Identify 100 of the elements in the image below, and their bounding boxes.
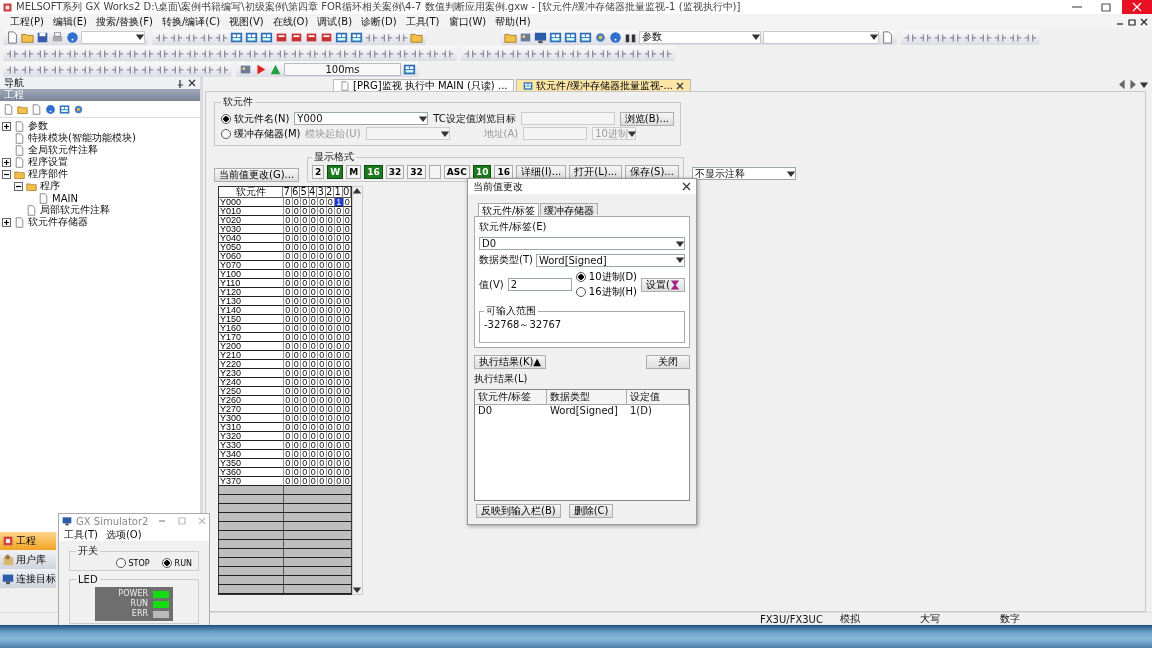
nav-tool-icon[interactable] <box>31 103 42 115</box>
menu-item[interactable]: 视图(V) <box>229 14 264 29</box>
minimize-icon[interactable] <box>158 517 166 525</box>
tree-item[interactable]: 参数 <box>28 119 48 133</box>
scroll-right-icon[interactable] <box>1129 79 1137 89</box>
gear-icon[interactable] <box>594 30 607 44</box>
device-field[interactable]: D0 <box>479 237 685 250</box>
printer-icon[interactable] <box>51 30 64 44</box>
pin-icon[interactable] <box>176 78 184 88</box>
new-document-icon[interactable] <box>6 30 19 44</box>
dropdown-arrow-icon[interactable] <box>440 129 449 138</box>
radio-button[interactable]: 10进制(D) <box>575 270 637 284</box>
dropdown-arrow-icon[interactable] <box>786 169 795 178</box>
tree-item[interactable]: 程序 <box>40 179 60 193</box>
result-toggle-button[interactable]: 执行结果(K)▲ <box>474 355 547 369</box>
dropdown-field[interactable] <box>763 30 879 44</box>
nav-tool-icon[interactable] <box>59 103 70 115</box>
grid-icon[interactable] <box>564 30 577 44</box>
change-value-button[interactable]: 当前值更改(G)... <box>214 168 300 182</box>
grid-icon[interactable] <box>350 30 363 44</box>
menu-item[interactable]: 编辑(E) <box>52 14 87 29</box>
close-button[interactable]: 关闭 <box>646 355 690 369</box>
tree-item[interactable]: 软元件存储器 <box>28 215 88 229</box>
menu-item[interactable]: 搜索/替换(F) <box>95 14 153 29</box>
dropdown-arrow-icon[interactable] <box>752 33 760 41</box>
menu-item[interactable]: 选项(O) <box>105 527 142 542</box>
radio-button[interactable]: 软元件名(N) <box>221 111 290 126</box>
scroll-left-icon[interactable] <box>1118 79 1126 89</box>
scroll-up-icon[interactable] <box>353 187 361 195</box>
run-icon[interactable] <box>254 62 267 76</box>
format-button[interactable]: M <box>346 165 362 179</box>
radio-button[interactable]: STOP <box>115 558 150 568</box>
tab[interactable]: [PRG]监视 执行中 MAIN (只读) ... <box>333 79 515 91</box>
close-icon[interactable] <box>1140 17 1148 26</box>
grid-icon[interactable] <box>260 30 273 44</box>
tree-item[interactable]: 特殊模块(智能功能模块) <box>28 131 136 145</box>
maximize-icon[interactable] <box>178 517 186 525</box>
menu-item[interactable]: 帮助(H) <box>495 14 531 29</box>
grid-icon[interactable] <box>230 30 243 44</box>
toolbar-button[interactable]: 打开(L)... <box>569 165 623 179</box>
nav-tool-icon[interactable] <box>73 103 84 115</box>
close-button[interactable] <box>1122 0 1152 14</box>
radio-button[interactable]: 16进制(H) <box>575 285 637 299</box>
grid-icon[interactable] <box>579 30 592 44</box>
nav-tool-icon[interactable] <box>45 103 56 115</box>
browse-button[interactable]: 浏览(B)... <box>619 111 674 126</box>
dialog-button[interactable]: 反映到输入栏(B) <box>476 504 561 518</box>
nav-button[interactable]: 工程 <box>0 532 56 550</box>
format-button[interactable] <box>428 165 441 179</box>
dropdown-field[interactable] <box>81 30 145 44</box>
close-icon[interactable] <box>682 182 691 191</box>
dropdown-arrow-icon[interactable] <box>870 33 878 41</box>
format-button[interactable]: 32 <box>385 165 405 179</box>
close-icon[interactable] <box>676 81 684 90</box>
dropdown-arrow-icon[interactable] <box>419 114 428 123</box>
format-button[interactable]: ASC <box>443 165 470 179</box>
type-dropdown[interactable]: Word[Signed] <box>535 253 685 267</box>
format-button[interactable]: 16 <box>364 165 383 179</box>
format-button[interactable]: 2 <box>312 165 325 179</box>
expand-icon[interactable] <box>2 157 11 167</box>
menu-item[interactable]: 在线(O) <box>272 14 309 29</box>
nav-button[interactable]: 用户库 <box>0 551 56 569</box>
menu-item[interactable]: 转换/编译(C) <box>161 14 221 29</box>
tree-item[interactable]: 程序设置 <box>28 155 68 169</box>
dropdown-arrow-icon[interactable] <box>627 129 636 138</box>
format-button[interactable]: 32 <box>407 165 426 179</box>
restore-icon[interactable] <box>1128 17 1136 26</box>
help-icon[interactable] <box>609 30 622 44</box>
save-icon[interactable] <box>36 30 49 44</box>
menu-item[interactable]: 工具(T) <box>64 527 98 542</box>
format-button[interactable]: W <box>327 165 344 179</box>
grid-icon[interactable] <box>549 30 562 44</box>
search-field[interactable]: 参数 <box>639 30 761 44</box>
menu-item[interactable]: 工程(P) <box>10 14 44 29</box>
collapse-icon[interactable] <box>2 169 11 179</box>
menu-item[interactable]: 窗口(W) <box>448 14 487 29</box>
nav-tool-icon[interactable] <box>17 103 28 115</box>
menu-item[interactable]: 工具(T) <box>405 14 440 29</box>
radio-button[interactable]: RUN <box>161 558 192 568</box>
expand-icon[interactable] <box>2 217 11 227</box>
input-field[interactable] <box>523 127 588 140</box>
device-field[interactable]: Y000 <box>294 112 429 125</box>
help-icon[interactable] <box>66 30 79 44</box>
grid-icon[interactable] <box>245 30 258 44</box>
radio-button[interactable]: 缓冲存储器(M) <box>221 126 301 141</box>
input-field[interactable] <box>520 112 615 125</box>
collapse-icon[interactable] <box>14 181 23 191</box>
toolbar-button[interactable]: 保存(S)... <box>625 165 679 179</box>
comment-dropdown[interactable]: 不显示注释 <box>691 167 796 180</box>
triangle-icon[interactable] <box>269 62 282 76</box>
interval-field[interactable]: 100ms <box>284 62 401 76</box>
expand-icon[interactable] <box>2 121 11 131</box>
scroll-down-icon[interactable] <box>353 586 361 594</box>
tab[interactable]: 软元件/标签 <box>478 203 540 216</box>
value-field[interactable]: 2 <box>507 278 572 291</box>
set-button[interactable]: 设置( <box>641 277 685 292</box>
menu-item[interactable]: 诊断(D) <box>361 14 397 29</box>
tree-item[interactable]: 局部软元件注释 <box>40 203 110 217</box>
nav-tool-icon[interactable] <box>3 103 14 115</box>
scrollbar[interactable] <box>352 186 363 595</box>
